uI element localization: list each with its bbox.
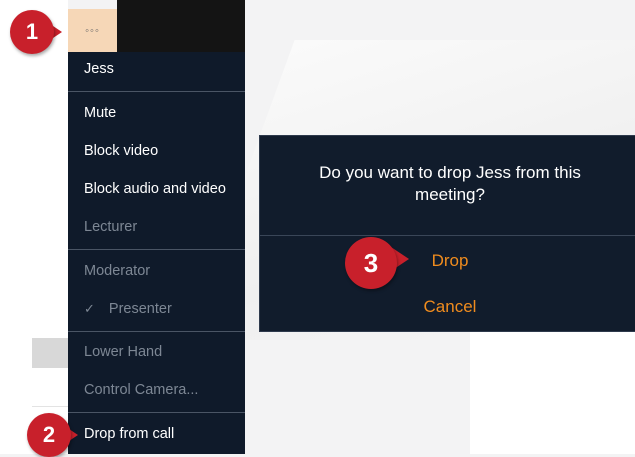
participant-strip-highlight — [32, 338, 68, 368]
check-icon: ✓ — [84, 301, 95, 316]
participant-strip — [32, 0, 68, 454]
menu-item-mute[interactable]: Mute — [68, 100, 245, 126]
callout-number: 2 — [42, 422, 56, 447]
menu-item-block-audio-video[interactable]: Block audio and video — [68, 176, 245, 202]
drop-button[interactable]: Drop — [260, 251, 635, 271]
menu-item-control-camera: Control Camera... — [84, 382, 199, 398]
menu-divider — [68, 249, 245, 250]
callout-number: 3 — [363, 248, 379, 278]
dialog-divider — [260, 235, 635, 236]
left-panel — [0, 0, 32, 454]
cancel-button[interactable]: Cancel — [260, 297, 635, 317]
menu-item-drop-from-call[interactable]: Drop from call — [68, 421, 245, 447]
video-area — [117, 0, 245, 52]
menu-item-lecturer: Lecturer — [84, 219, 138, 235]
menu-header-participant-name: Jess — [84, 61, 114, 77]
dialog-message: Do you want to drop Jess from this meeti… — [319, 163, 581, 204]
menu-item-moderator: Moderator — [84, 263, 151, 279]
menu-divider — [68, 331, 245, 332]
menu-divider — [68, 91, 245, 92]
menu-item-lower-hand: Lower Hand — [84, 344, 163, 360]
more-options-button[interactable]: ◦◦◦ — [68, 9, 117, 52]
more-options-icon: ◦◦◦ — [85, 24, 100, 37]
menu-item-presenter: ✓ Presenter — [84, 301, 172, 317]
content-panel — [470, 332, 635, 454]
callout-number: 1 — [25, 19, 39, 44]
drop-confirmation-dialog: Do you want to drop Jess from this meeti… — [259, 135, 635, 332]
menu-item-block-video[interactable]: Block video — [68, 138, 245, 164]
menu-divider — [68, 412, 245, 413]
participant-context-menu: Jess Mute Block video Block audio and vi… — [68, 52, 245, 454]
participant-strip-divider — [32, 406, 68, 407]
